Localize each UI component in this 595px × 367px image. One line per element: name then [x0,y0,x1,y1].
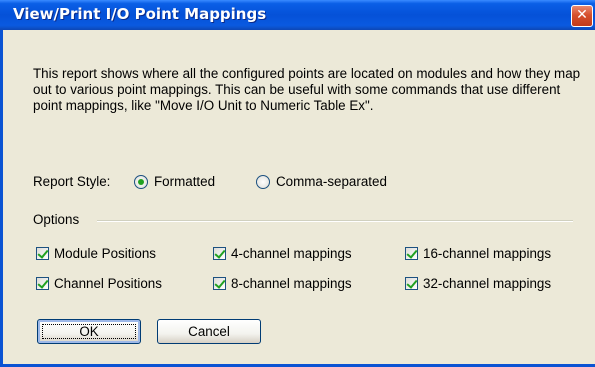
checkbox-label: Module Positions [54,246,156,261]
report-style-label: Report Style: [33,174,111,189]
title-bar[interactable]: View/Print I/O Point Mappings ✕ [0,0,595,30]
options-group-label: Options [33,212,80,227]
radio-comma-separated-label: Comma-separated [276,174,387,189]
close-button[interactable]: ✕ [571,5,593,27]
focus-rectangle [42,324,136,339]
checkbox-label: 16-channel mappings [423,246,552,261]
radio-selected-icon [134,175,148,189]
close-icon: ✕ [576,7,588,23]
checkbox-checked-icon [405,247,418,260]
options-divider [97,220,573,222]
checkbox-channel-positions[interactable]: Channel Positions [36,276,186,292]
radio-unselected-icon [256,175,270,189]
checkbox-16-channel[interactable]: 16-channel mappings [405,246,580,262]
dialog-window: View/Print I/O Point Mappings ✕ This rep… [0,0,595,367]
checkbox-checked-icon [213,247,226,260]
cancel-button[interactable]: Cancel [157,319,261,344]
window-title: View/Print I/O Point Mappings [13,5,267,23]
radio-comma-separated[interactable]: Comma-separated [256,174,416,190]
checkbox-4-channel[interactable]: 4-channel mappings [213,246,383,262]
checkbox-label: 4-channel mappings [231,246,352,261]
checkbox-checked-icon [36,247,49,260]
report-description: This report shows where all the configur… [33,66,581,113]
checkbox-8-channel[interactable]: 8-channel mappings [213,276,383,292]
checkbox-module-positions[interactable]: Module Positions [36,246,186,262]
radio-formatted-label: Formatted [154,174,216,189]
cancel-button-label: Cancel [188,324,230,339]
checkbox-32-channel[interactable]: 32-channel mappings [405,276,580,292]
checkbox-checked-icon [36,277,49,290]
checkbox-checked-icon [213,277,226,290]
ok-button[interactable]: OK [37,319,141,344]
radio-formatted[interactable]: Formatted [134,174,234,190]
checkbox-label: Channel Positions [54,276,162,291]
checkbox-label: 8-channel mappings [231,276,352,291]
checkbox-checked-icon [405,277,418,290]
checkbox-label: 32-channel mappings [423,276,552,291]
